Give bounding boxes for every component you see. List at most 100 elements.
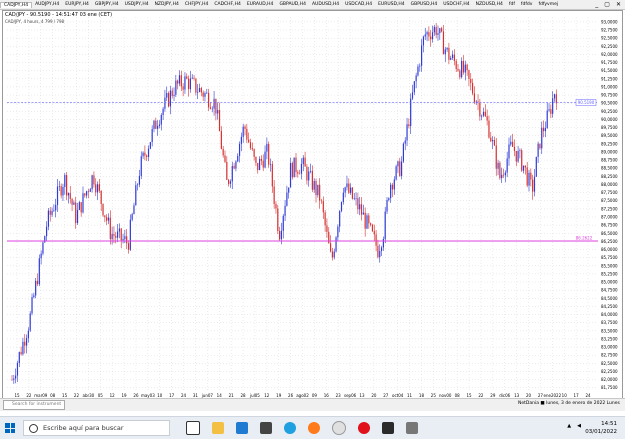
file-explorer-icon[interactable] <box>212 422 224 434</box>
instrument-tab[interactable]: GBPUSD,H4 <box>408 2 441 7</box>
candle-body <box>446 47 448 50</box>
close-icon[interactable]: ✕ <box>616 1 621 8</box>
candle-body <box>302 157 304 165</box>
candle-body <box>66 175 68 196</box>
candle-body <box>191 77 193 79</box>
candle-body <box>200 88 202 93</box>
chart-panel[interactable]: 93,0000 92,7500 92,5000 92,2500 92,0000 91,75… <box>2 10 623 400</box>
firefox-icon[interactable] <box>308 422 320 434</box>
edge-icon[interactable] <box>284 422 296 434</box>
candle-body <box>42 242 44 254</box>
opera-icon[interactable] <box>358 422 370 434</box>
volume-icon[interactable]: ◀ <box>577 423 581 429</box>
candle-body <box>246 128 248 140</box>
candle-body <box>526 167 528 186</box>
candle-body <box>399 161 401 176</box>
price-axis-label: 85,7500 <box>601 255 618 260</box>
instrument-tab[interactable]: NZDUSD,H4 <box>473 2 506 7</box>
candle-body <box>253 149 255 157</box>
candle-body <box>98 184 100 191</box>
candle-body <box>355 198 357 199</box>
candle-body <box>484 111 486 117</box>
candle-body <box>249 142 252 149</box>
instrument-tab[interactable]: CADJPY,H4 <box>0 1 33 8</box>
taskbar-search-text: Escribe aquí para buscar <box>43 424 124 432</box>
instrument-tab[interactable]: USDCHF,H4 <box>440 2 472 7</box>
candle-body <box>353 198 355 199</box>
candle-body <box>198 88 201 92</box>
candle-body <box>340 201 343 212</box>
candle-body <box>428 32 430 37</box>
candle-body <box>195 78 197 93</box>
candle-body <box>144 152 146 156</box>
instrument-tab[interactable]: CHFJPY,H4 <box>182 2 211 7</box>
instrument-tab[interactable]: GBPAUD,H4 <box>276 2 309 7</box>
network-icon[interactable]: ▲ <box>567 423 571 429</box>
candle-body <box>550 109 552 114</box>
instrument-tab[interactable]: USDJPY,H4 <box>122 2 152 7</box>
price-axis-label: 82,5000 <box>601 361 618 366</box>
candle-body <box>333 251 335 258</box>
instrument-tab[interactable]: EURJPY,H4 <box>62 2 92 7</box>
candle-body <box>268 143 270 165</box>
candle-body <box>426 32 428 35</box>
candle-body <box>555 94 557 104</box>
instrument-tab[interactable]: AUDUSD,H4 <box>309 2 342 7</box>
instrument-tab[interactable]: CADCHF,H4 <box>211 2 243 7</box>
candle-body <box>395 166 397 180</box>
candle-body <box>486 116 488 121</box>
instrument-tab[interactable]: EURUSD,H4 <box>375 2 408 7</box>
candle-body <box>388 198 390 200</box>
candle-body <box>213 98 215 109</box>
candle-body <box>15 375 17 379</box>
support-level-label: 86.2622 <box>576 236 593 241</box>
candle-body <box>461 60 463 78</box>
instrument-search-input[interactable]: Search for instrument <box>3 400 65 410</box>
candle-body <box>40 253 42 259</box>
instrument-tab[interactable]: GBPJPY,H4 <box>92 2 122 7</box>
chrome-icon[interactable] <box>332 421 346 435</box>
maximize-icon[interactable]: ▢ <box>604 1 610 8</box>
price-chart[interactable]: 93,0000 92,7500 92,5000 92,2500 92,0000 91,75… <box>3 11 622 399</box>
candle-body <box>31 297 33 314</box>
instrument-tab[interactable]: NZDJPY,H4 <box>152 2 182 7</box>
candle-body <box>553 94 556 99</box>
candle-body <box>289 162 292 188</box>
candle-body <box>373 231 375 235</box>
candle-body <box>499 162 501 179</box>
candle-body <box>109 217 111 240</box>
candle-body <box>55 204 57 211</box>
mail-icon[interactable] <box>236 422 248 434</box>
instrument-tab[interactable]: EURAUD,H4 <box>244 2 277 7</box>
candle-body <box>158 124 161 126</box>
instrument-tab[interactable]: AUDJPY,H4 <box>32 2 62 7</box>
store-icon[interactable] <box>260 422 272 434</box>
candle-body <box>49 210 51 215</box>
task-view-icon[interactable] <box>186 421 200 435</box>
minimize-icon[interactable]: _ <box>595 1 598 8</box>
candle-body <box>320 200 323 202</box>
candle-body <box>184 76 186 90</box>
candle-body <box>209 107 212 109</box>
instrument-tab[interactable]: fdf <box>506 2 518 7</box>
instrument-tab[interactable]: fdfdv <box>518 2 536 7</box>
candle-body <box>295 157 297 173</box>
clock-date: 03/01/2022 <box>585 429 617 435</box>
system-tray[interactable]: ▲ ◀ <box>567 423 581 429</box>
taskbar-search-box[interactable]: Escribe aquí para buscar <box>23 420 170 436</box>
taskbar-clock[interactable]: 14:51 03/01/2022 <box>585 420 617 436</box>
candle-body <box>106 217 108 221</box>
instrument-tab[interactable]: fdfyvmej <box>535 2 561 7</box>
candle-body <box>424 34 426 37</box>
candle-body <box>127 243 130 250</box>
candle-body <box>231 166 233 182</box>
candle-body <box>96 184 99 193</box>
windows-logo-icon[interactable] <box>5 423 15 433</box>
netdania-icon[interactable] <box>406 422 418 434</box>
instrument-tab[interactable]: USDCAD,H4 <box>342 2 375 7</box>
candle-body <box>517 150 519 162</box>
candle-body <box>539 143 541 149</box>
trading-app-icon[interactable] <box>382 422 394 434</box>
candle-body <box>142 152 144 157</box>
price-axis-label: 83,2500 <box>601 336 618 341</box>
